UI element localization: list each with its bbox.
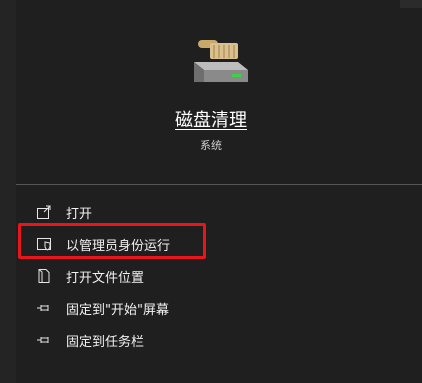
menu-item-pin-to-start[interactable]: 固定到"开始"屏幕	[16, 293, 422, 323]
divider	[16, 184, 422, 185]
disk-cleanup-icon	[194, 40, 248, 82]
jump-list-panel: 磁盘清理 系统 打开 以管理员身份运行 打开文件位置 固定到"开始"屏幕 固定到…	[0, 0, 422, 383]
menu-item-label: 打开文件位置	[66, 270, 145, 286]
shield-admin-icon	[37, 238, 51, 251]
menu-item-open[interactable]: 打开	[16, 197, 422, 227]
menu-item-label: 固定到"开始"屏幕	[66, 302, 169, 318]
menu-item-pin-to-taskbar[interactable]: 固定到任务栏	[16, 325, 422, 355]
window-edge	[400, 0, 422, 8]
app-title[interactable]: 磁盘清理	[0, 106, 422, 132]
menu-item-label: 以管理员身份运行	[66, 238, 171, 254]
menu-item-label: 固定到任务栏	[66, 334, 145, 350]
app-category: 系统	[200, 139, 222, 152]
menu-item-label: 打开	[66, 206, 93, 222]
open-icon	[37, 205, 51, 219]
file-location-icon	[38, 269, 50, 283]
pin-icon	[37, 305, 49, 311]
pin-icon	[37, 337, 49, 343]
left-strip	[0, 0, 16, 383]
menu-item-run-as-admin[interactable]: 以管理员身份运行	[16, 229, 422, 259]
menu-item-open-file-location[interactable]: 打开文件位置	[16, 261, 422, 291]
